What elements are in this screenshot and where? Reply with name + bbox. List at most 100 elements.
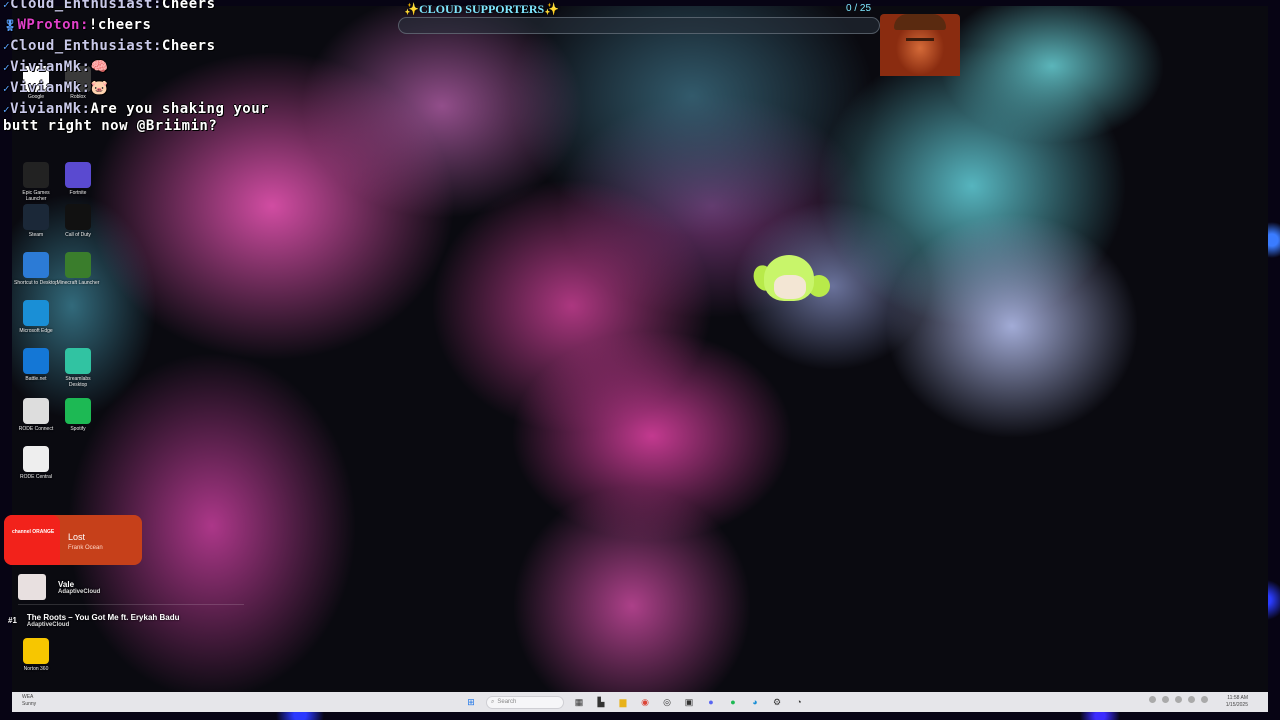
desktop-shortcut-label: Shortcut to Desktop (14, 280, 58, 286)
desktop-shortcut[interactable]: Shortcut to Desktop (14, 252, 58, 286)
desktop-shortcut[interactable]: RODE Central (14, 446, 58, 480)
edge-taskbar-icon[interactable]: ◕ (748, 695, 762, 709)
queue-song-user: AdaptiveCloud (26, 622, 70, 628)
song-request-title: Vale (58, 579, 75, 589)
chrome-icon[interactable]: ◉ (638, 695, 652, 709)
queue-song-title: The Roots – You Got Me ft. Erykah Badu (26, 613, 180, 622)
desktop-shortcut[interactable]: Steam (14, 204, 58, 238)
desktop-shortcut-label: Spotify (70, 426, 86, 432)
tray-chevron-icon[interactable] (1149, 696, 1156, 703)
desktop-shortcut-label: Minecraft Launcher (56, 280, 100, 286)
clock-time: 11:58 AM (1227, 695, 1248, 701)
widgets-icon[interactable]: ▙ (594, 695, 608, 709)
desktop-shortcut-label: Streamlabs Desktop (65, 376, 91, 388)
desktop-shortcut-label: RODE Central (20, 474, 52, 480)
desktop-shortcut-label: Battle.net (25, 376, 47, 382)
tray-network-icon[interactable] (1162, 696, 1169, 703)
desktop-shortcut[interactable]: Microsoft Edge (14, 300, 58, 334)
now-playing-artist: Frank Ocean (68, 545, 103, 551)
chat-message: ✓ViviаnMk:Are you shaking your butt righ… (3, 101, 273, 134)
chat-text: Cheers (161, 38, 216, 54)
desktop-shortcut-label: Epic Games Launcher (22, 190, 50, 202)
chat-username: WProton: (17, 17, 89, 33)
battlenet-icon (23, 348, 49, 374)
desktop-shortcut[interactable]: Epic Games Launcher (14, 162, 58, 202)
desktop-shortcut[interactable]: Fortnite (56, 162, 100, 196)
goal-progress-bar (398, 17, 880, 34)
edge-icon (23, 300, 49, 326)
desktop-shortcut[interactable]: Norton 360 (14, 638, 58, 672)
chat-username: ViviаnMk: (10, 80, 91, 96)
steam-taskbar-icon[interactable]: ◎ (660, 695, 674, 709)
chat-username: ViviаnMk: (10, 59, 91, 75)
chat-message: ✓ViviаnMk:🧠 (3, 59, 273, 76)
task-view-icon[interactable]: ▦ (572, 695, 586, 709)
clock-date: 1/15/2025 (1225, 702, 1248, 708)
search-icon: ⌕ (491, 698, 495, 705)
chat-text: 🐷 (90, 80, 109, 96)
chat-username: Cloud_Enthusiast: (10, 38, 162, 54)
goal-title: ✨CLOUD SUPPORTERS✨ (404, 2, 560, 16)
chat-overlay: ✓Cloud_Enthusiast:Cheers 🎖WProton:!cheers… (3, 0, 273, 138)
song-request-queued: #1 The Roots – You Got Me ft. Erykah Bad… (8, 613, 180, 628)
desktop-shortcut-label: Call of Duty (65, 232, 91, 238)
chat-text: Cheers (161, 0, 216, 12)
song-request-user: AdaptiveCloud (58, 588, 101, 595)
shortcut-icon (23, 252, 49, 278)
chat-username: ViviаnMk: (10, 101, 91, 117)
desktop-shortcut[interactable]: Call of Duty (56, 204, 100, 238)
chat-text: !cheers (88, 17, 152, 33)
minecraft-icon (65, 252, 91, 278)
spotify-taskbar-icon[interactable]: ● (726, 695, 740, 709)
desktop-shortcut-label: Steam (28, 232, 44, 238)
windows-start-icon[interactable]: ⊞ (464, 695, 478, 709)
rode-connect-icon (23, 398, 49, 424)
desktop-shortcut[interactable]: RODE Connect (14, 398, 58, 432)
chat-message: ✓Cloud_Enthusiast:Cheers (3, 38, 273, 55)
desktop-shortcut-label: Norton 360 (23, 666, 49, 672)
discord-icon[interactable]: ● (704, 695, 718, 709)
rode-central-icon (23, 446, 49, 472)
desktop-shortcut-label: Microsoft Edge (19, 328, 53, 334)
desktop-shortcut[interactable]: Minecraft Launcher (56, 252, 100, 286)
chat-message: ✓Cloud_Enthusiast:Cheers (3, 0, 273, 13)
tray-app-icon[interactable] (1201, 696, 1208, 703)
norton-icon (23, 638, 49, 664)
webcam-face-overlay (880, 14, 960, 76)
spotify-icon (65, 398, 91, 424)
fortnite-icon (65, 162, 91, 188)
call-of-duty-icon (65, 204, 91, 230)
chat-message: 🎖WProton:!cheers (3, 17, 273, 34)
desktop-shortcut-label: RODE Connect (18, 426, 54, 432)
app-taskbar-icon[interactable]: ◔ (792, 695, 806, 709)
windows-taskbar: WEA Sunny ⊞ ⌕ Search ▦ ▙ ▆ ◉ ◎ ▣ ● ● ◕ ⚙… (12, 692, 1268, 712)
desktop-shortcut[interactable]: Spotify (56, 398, 100, 432)
anime-mascot-sticker (750, 251, 830, 305)
settings-icon[interactable]: ⚙ (770, 695, 784, 709)
taskbar-clock[interactable]: 11:58 AM 1/15/2025 (1226, 695, 1248, 709)
album-art-label: channel ORANGE (12, 529, 55, 535)
chat-text: 🧠 (90, 59, 109, 75)
epic-games-icon (23, 162, 49, 188)
chat-badge-icon: 🎖 (3, 19, 18, 32)
search-placeholder: Search (497, 699, 517, 705)
song-request-current: Vale AdaptiveCloud (18, 574, 100, 600)
now-playing-widget: channel ORANGE Lost Frank Ocean (4, 515, 142, 565)
weather-text: WEA Sunny (22, 694, 37, 707)
desktop-shortcut[interactable]: Battle.net (14, 348, 58, 382)
goal-count: 0 / 25 (846, 3, 872, 14)
weather-widget[interactable]: WEA Sunny (22, 694, 36, 708)
tray-battery-icon[interactable] (1188, 696, 1195, 703)
chat-message: ✓ViviаnMk:🐷 (3, 80, 273, 97)
song-request-art (18, 574, 46, 600)
taskbar-search-box[interactable]: ⌕ Search (486, 695, 564, 709)
steam-icon (23, 204, 49, 230)
album-art: channel ORANGE (4, 515, 60, 565)
now-playing-title: Lost (68, 532, 86, 542)
desktop-shortcut[interactable]: Streamlabs Desktop (56, 348, 100, 388)
desktop-shortcut-label: Fortnite (69, 190, 87, 196)
tray-volume-icon[interactable] (1175, 696, 1182, 703)
system-tray[interactable] (1149, 696, 1208, 703)
calculator-icon[interactable]: ▣ (682, 695, 696, 709)
file-explorer-icon[interactable]: ▆ (616, 695, 630, 709)
